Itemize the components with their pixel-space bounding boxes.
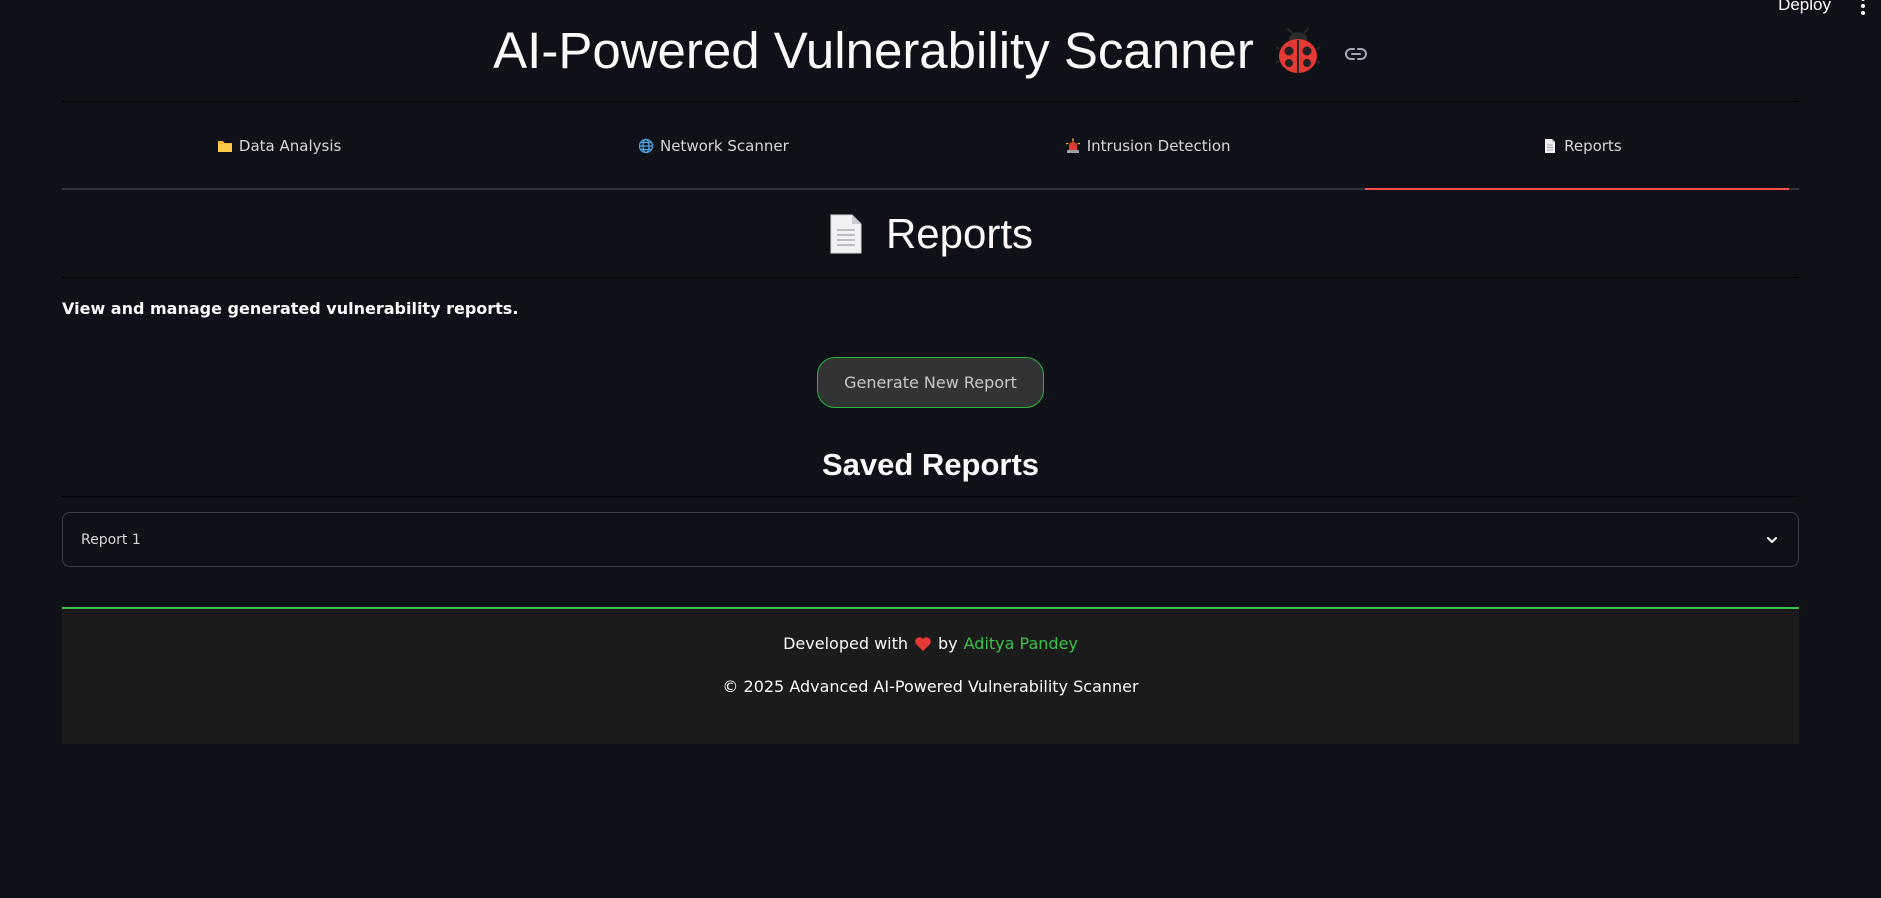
footer-credit: Developed with by Aditya Pandey	[783, 634, 1078, 653]
generate-row: Generate New Report	[62, 357, 1799, 408]
generate-report-button[interactable]: Generate New Report	[817, 357, 1044, 408]
document-icon	[830, 214, 862, 253]
globe-icon	[638, 138, 654, 154]
main-content: AI-Powered Vulnerability Scanner Data An…	[62, 0, 1799, 744]
app-header: AI-Powered Vulnerability Scanner	[62, 0, 1799, 102]
author-link[interactable]: Aditya Pandey	[964, 634, 1078, 653]
chevron-down-icon	[1767, 536, 1777, 543]
by-text: by	[938, 634, 958, 653]
tab-label: Network Scanner	[659, 137, 789, 155]
tab-label: Reports	[1564, 137, 1622, 155]
main-menu-icon[interactable]	[1861, 0, 1867, 15]
document-icon	[1545, 139, 1556, 153]
tab-label: Intrusion Detection	[1086, 137, 1231, 155]
app-title: AI-Powered Vulnerability Scanner	[493, 22, 1254, 79]
developed-with-text: Developed with	[783, 634, 909, 653]
folder-icon	[217, 141, 232, 152]
tab-data-analysis[interactable]: Data Analysis	[62, 102, 496, 188]
reports-header: Reports	[62, 190, 1799, 278]
ladybug-icon	[1275, 26, 1320, 73]
copyright-text: © 2025 Advanced AI-Powered Vulnerability…	[722, 677, 1139, 696]
link-icon[interactable]	[1344, 42, 1368, 66]
saved-reports-title: Saved Reports	[821, 447, 1040, 482]
saved-reports-header: Saved Reports	[62, 447, 1799, 497]
reports-description: View and manage generated vulnerability …	[62, 299, 519, 318]
tab-intrusion-detection[interactable]: Intrusion Detection	[931, 102, 1365, 188]
tab-reports[interactable]: Reports	[1364, 102, 1799, 190]
tab-network-scanner[interactable]: Network Scanner	[496, 102, 930, 188]
heart-icon	[915, 636, 931, 651]
footer: Developed with by Aditya Pandey © 2025 A…	[62, 607, 1799, 744]
tab-label: Data Analysis	[238, 137, 342, 155]
page-title: Reports	[885, 209, 1034, 257]
siren-icon	[1065, 138, 1080, 153]
tab-bar: Data Analysis Network Scanner Intrusion …	[62, 102, 1799, 190]
report-expander[interactable]: Report 1	[62, 512, 1799, 567]
report-label: Report 1	[81, 531, 141, 548]
